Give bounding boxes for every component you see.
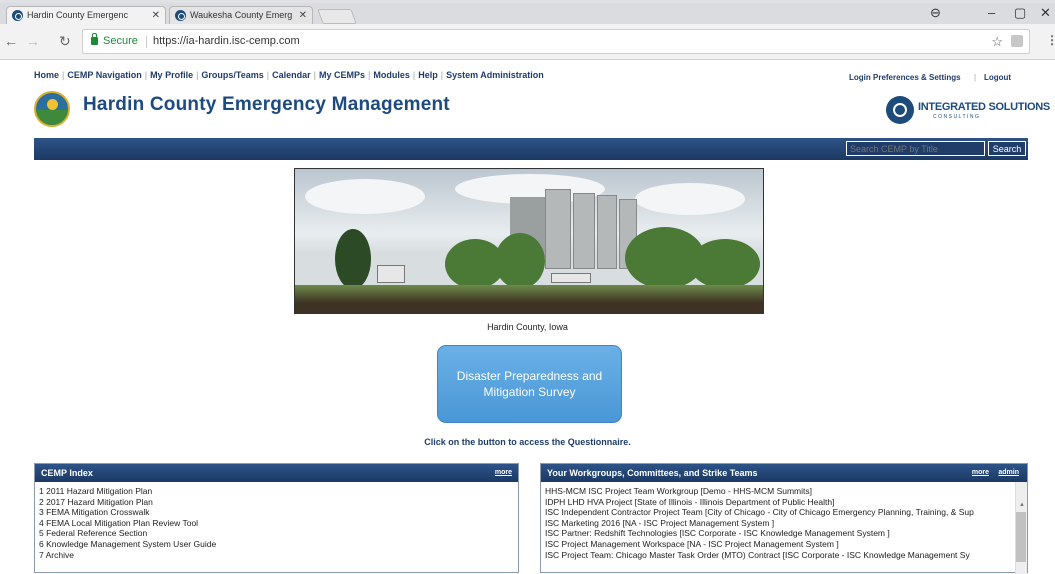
admin-link[interactable]: admin (998, 464, 1019, 482)
list-item[interactable]: ISC Independent Contractor Project Team … (545, 507, 1011, 518)
list-item[interactable]: IDPH LHD HVA Project [State of Illinois … (545, 497, 1011, 508)
logout-link[interactable]: Logout (984, 73, 1011, 82)
field (295, 285, 763, 313)
bookmark-star-icon[interactable]: ☆ (991, 30, 1003, 53)
nav-modules[interactable]: Modules (373, 70, 410, 80)
nav-home[interactable]: Home (34, 70, 59, 80)
scrollbar-thumb[interactable] (1016, 512, 1026, 562)
workgroups-list: HHS-MCM ISC Project Team Workgroup [Demo… (541, 482, 1011, 560)
list-item[interactable]: 3 FEMA Mitigation Crosswalk (39, 507, 518, 518)
farmhouse (377, 265, 405, 283)
close-window-icon[interactable]: ✕ (1040, 5, 1051, 21)
tree (690, 239, 760, 289)
browser-tab-hardin[interactable]: Hardin County Emergenc ✕ (6, 6, 166, 24)
list-item[interactable]: 6 Knowledge Management System User Guide (39, 539, 518, 550)
scroll-up-icon[interactable]: ▲ (1019, 502, 1025, 508)
farmhouse (551, 273, 591, 283)
nav-groups-teams[interactable]: Groups/Teams (201, 70, 263, 80)
login-preferences-link[interactable]: Login Preferences & Settings (849, 73, 961, 82)
nav-my-cemps[interactable]: My CEMPs (319, 70, 365, 80)
more-link[interactable]: more (495, 464, 512, 482)
workgroups-panel: Your Workgroups, Committees, and Strike … (540, 463, 1028, 574)
search-button[interactable]: Search (988, 141, 1026, 156)
list-item[interactable]: HHS-MCM ISC Project Team Workgroup [Demo… (545, 486, 1011, 497)
nav-help[interactable]: Help (418, 70, 438, 80)
reload-icon[interactable]: ↻ (59, 33, 71, 50)
extension-icon[interactable] (1011, 35, 1023, 47)
hero-caption: Hardin County, Iowa (487, 322, 568, 332)
cloud (635, 183, 745, 215)
nav-cemp-navigation[interactable]: CEMP Navigation (67, 70, 141, 80)
nav-my-profile[interactable]: My Profile (150, 70, 193, 80)
list-item[interactable]: ISC Marketing 2016 [NA - ISC Project Man… (545, 518, 1011, 529)
panel-header: Your Workgroups, Committees, and Strike … (541, 464, 1027, 482)
survey-button[interactable]: Disaster Preparedness and Mitigation Sur… (437, 345, 622, 423)
survey-instruction: Click on the button to access the Questi… (424, 437, 631, 447)
nav-separator: | (440, 70, 444, 80)
cloud (305, 179, 425, 214)
list-item[interactable]: ISC Project Team: Chicago Master Task Or… (545, 550, 1011, 561)
site-nav: Home | CEMP Navigation | My Profile | Groups/T… (34, 70, 544, 80)
secure-label: Secure (103, 35, 138, 47)
list-item[interactable]: 7 Archive (39, 550, 518, 561)
nav-separator: | (412, 70, 416, 80)
list-item[interactable]: ISC Partner: Redshift Technologies [ISC … (545, 528, 1011, 539)
close-icon[interactable]: ✕ (152, 7, 160, 24)
divider (146, 36, 147, 48)
isc-favicon-icon (175, 10, 186, 21)
nav-system-administration[interactable]: System Administration (446, 70, 544, 80)
list-item[interactable]: 5 Federal Reference Section (39, 528, 518, 539)
page-title: Hardin County Emergency Management (83, 94, 450, 115)
lock-icon (91, 33, 98, 45)
maximize-icon[interactable]: ▢ (1014, 5, 1026, 21)
more-link[interactable]: more (972, 464, 989, 482)
forward-icon[interactable]: → (26, 33, 40, 49)
scrollbar[interactable]: ▲ (1015, 482, 1027, 574)
isc-logo-icon (886, 96, 914, 124)
close-icon[interactable]: ✕ (299, 7, 307, 24)
back-icon[interactable]: ← (4, 33, 18, 49)
panel-title: Your Workgroups, Committees, and Strike … (547, 468, 758, 478)
hero-image (294, 168, 764, 314)
isc-logo-subtext: CONSULTING (933, 114, 981, 120)
silo (573, 193, 595, 269)
panel-header: CEMP Index more (35, 464, 518, 482)
list-item[interactable]: 2 2017 Hazard Mitigation Plan (39, 497, 518, 508)
tree (335, 229, 371, 289)
seal-sun (47, 99, 58, 110)
nav-separator: | (974, 73, 977, 82)
browser-tab-bar: Hardin County Emergenc ✕ Waukesha County… (0, 3, 1055, 24)
tab-title: Hardin County Emergenc (27, 10, 129, 20)
list-item[interactable]: ISC Project Management Workspace [NA - I… (545, 539, 1011, 550)
list-item[interactable]: 4 FEMA Local Mitigation Plan Review Tool (39, 518, 518, 529)
nav-separator: | (144, 70, 148, 80)
browser-tab-waukesha[interactable]: Waukesha County Emerg ✕ (169, 6, 313, 24)
nav-separator: | (313, 70, 316, 80)
list-item[interactable]: 1 2011 Hazard Mitigation Plan (39, 486, 518, 497)
search-input[interactable] (846, 141, 985, 156)
cemp-index-list: 1 2011 Hazard Mitigation Plan 2 2017 Haz… (35, 482, 518, 560)
silo (545, 189, 571, 269)
tab-title: Waukesha County Emerg (190, 10, 293, 20)
isc-logo-text: INTEGRATED SOLUTIONS (918, 101, 1050, 113)
nav-calendar[interactable]: Calendar (272, 70, 311, 80)
isc-favicon-icon (12, 10, 23, 21)
minimize-icon[interactable]: – (988, 5, 995, 20)
new-tab-button[interactable] (317, 9, 357, 24)
browser-menu-icon[interactable]: ⋮ (1046, 33, 1055, 47)
profile-icon[interactable]: ⊖ (930, 5, 941, 21)
tree (495, 233, 545, 289)
county-seal-logo (34, 91, 70, 127)
url-field[interactable]: Secure https://ia-hardin.isc-cemp.com ☆ (82, 29, 1030, 54)
cemp-index-panel: CEMP Index more 1 2011 Hazard Mitigation… (34, 463, 519, 573)
silo (597, 195, 617, 269)
panel-title: CEMP Index (41, 468, 93, 478)
address-bar: ← → ↻ Secure https://ia-hardin.isc-cemp.… (0, 24, 1055, 60)
url-text: https://ia-hardin.isc-cemp.com (153, 35, 300, 47)
seal-land (36, 110, 68, 125)
nav-separator: | (266, 70, 270, 80)
